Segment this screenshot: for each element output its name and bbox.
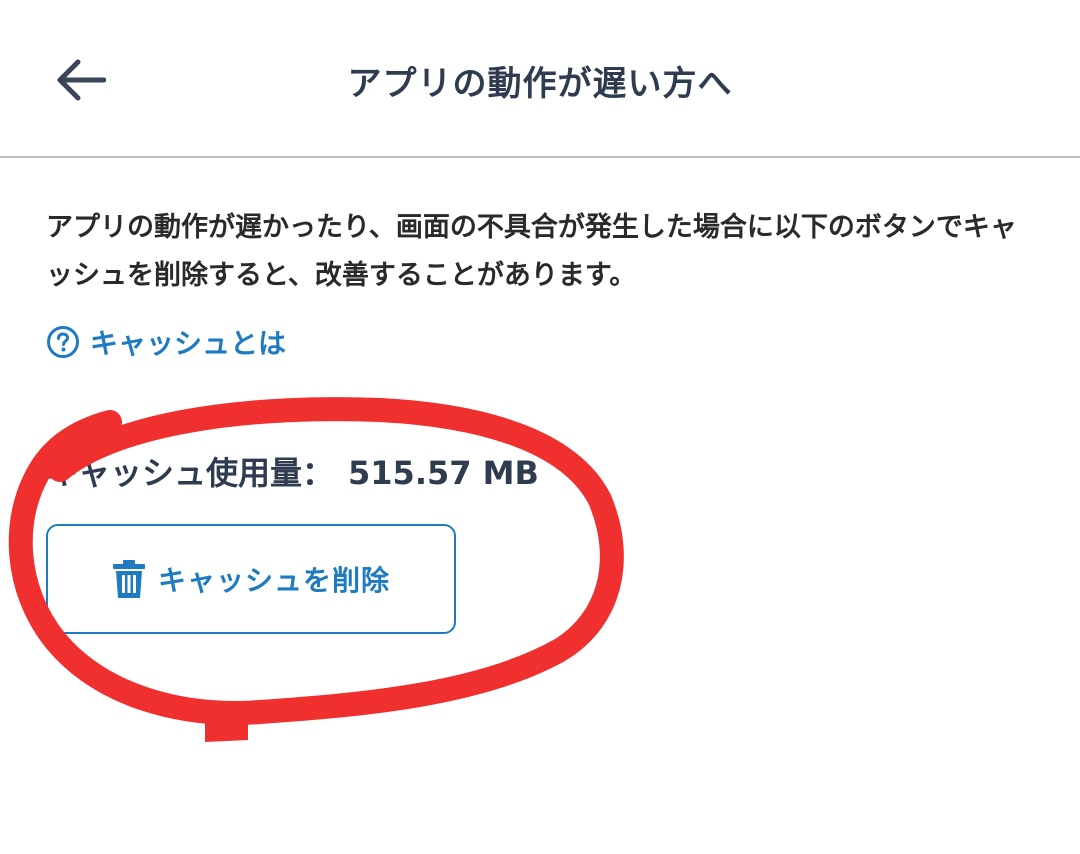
cache-usage-row: キャッシュ使用量： 515.57 MB [46, 448, 539, 494]
cache-usage-value: 515.57 MB [348, 454, 539, 492]
app-header: アプリの動作が遅い方へ [0, 0, 1080, 158]
delete-cache-button[interactable]: キャッシュを削除 [46, 524, 456, 634]
cache-usage-label: キャッシュ使用量： [46, 454, 335, 492]
question-circle-icon [47, 326, 79, 358]
what-is-cache-link[interactable]: キャッシュとは [46, 322, 286, 362]
description-text: アプリの動作が遅かったり、画面の不具合が発生した場合に以下のボタンでキャッシュを… [46, 212, 1017, 291]
trash-icon [112, 560, 145, 598]
delete-cache-label: キャッシュを削除 [157, 564, 390, 597]
screen: アプリの動作が遅い方へ アプリの動作が遅かったり、画面の不具合が発生した場合に以… [0, 0, 1080, 854]
page-title: アプリの動作が遅い方へ [347, 64, 733, 104]
what-is-cache-label: キャッシュとは [90, 327, 287, 360]
